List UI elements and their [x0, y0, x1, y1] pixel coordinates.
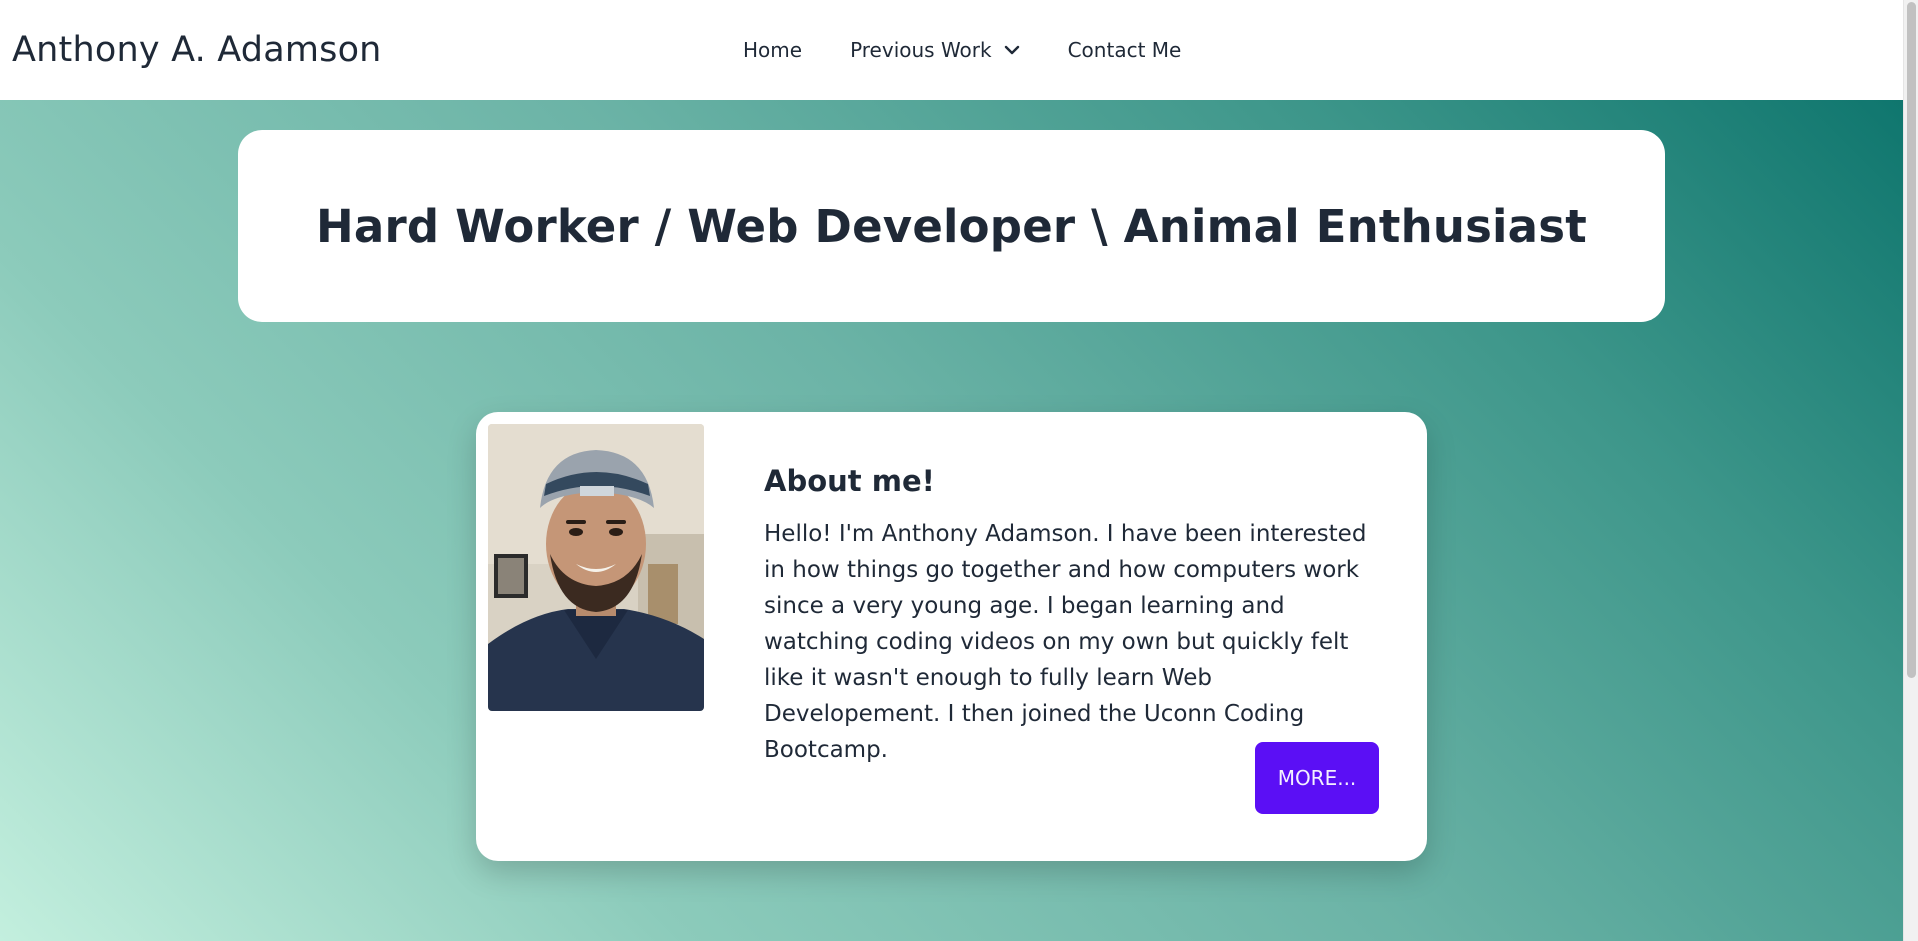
nav-previous-work[interactable]: Previous Work — [850, 38, 1020, 62]
chevron-down-icon — [1004, 45, 1019, 55]
navbar: Anthony A. Adamson Home Previous Work Co… — [0, 0, 1903, 100]
nav-links: Home Previous Work Contact Me — [743, 38, 1181, 62]
nav-previous-work-label: Previous Work — [850, 38, 992, 62]
profile-photo-image — [488, 424, 704, 711]
more-button[interactable]: MORE... — [1255, 742, 1379, 814]
brand-name[interactable]: Anthony A. Adamson — [12, 30, 382, 70]
nav-contact-label: Contact Me — [1067, 38, 1182, 62]
vertical-scrollbar[interactable] — [1903, 0, 1918, 941]
hero-card: Hard Worker / Web Developer \ Animal Ent… — [238, 130, 1665, 322]
nav-contact[interactable]: Contact Me — [1068, 38, 1182, 62]
about-text: Hello! I'm Anthony Adamson. I have been … — [764, 521, 1367, 763]
page: Anthony A. Adamson Home Previous Work Co… — [0, 0, 1918, 941]
profile-photo — [488, 424, 704, 711]
hero-title: Hard Worker / Web Developer \ Animal Ent… — [316, 199, 1587, 253]
nav-home[interactable]: Home — [743, 38, 802, 62]
about-title: About me! — [764, 464, 935, 498]
nav-home-label: Home — [743, 38, 803, 62]
about-card: About me! Hello! I'm Anthony Adamson. I … — [476, 412, 1427, 861]
scrollbar-thumb[interactable] — [1907, 2, 1916, 678]
